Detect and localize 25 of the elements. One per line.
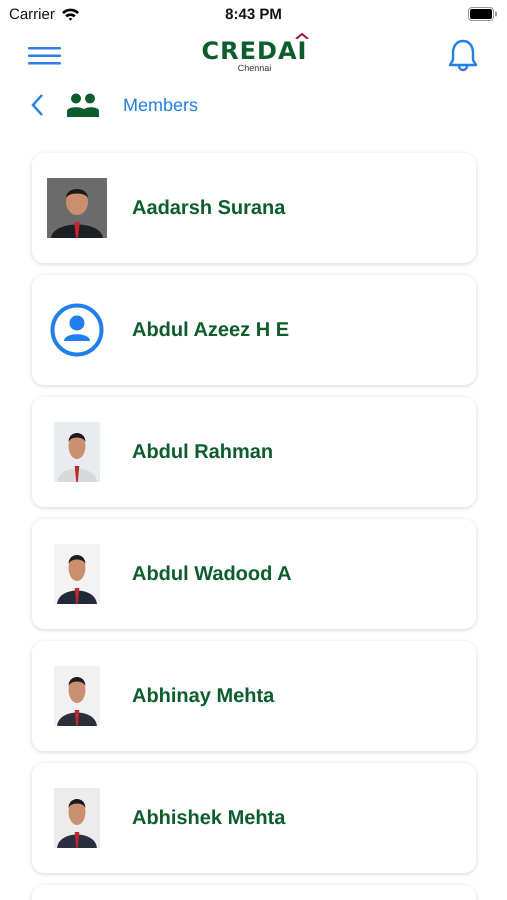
member-card[interactable]: Abdul Azeez H E — [32, 275, 476, 385]
user-avatar-icon — [50, 303, 104, 357]
chevron-icon — [295, 33, 310, 39]
menu-icon[interactable] — [28, 46, 62, 66]
member-card[interactable]: Abhinay Mehta — [32, 641, 476, 751]
people-icon — [67, 93, 99, 117]
member-card[interactable]: Abhishek Mehta — [32, 763, 476, 873]
page-title: Members — [123, 94, 198, 116]
logo-subtitle: Chennai — [238, 63, 272, 73]
back-icon[interactable] — [31, 94, 43, 116]
member-name: Abhinay Mehta — [132, 684, 274, 708]
logo-text: CREDAI — [202, 39, 308, 63]
member-name: Abdul Azeez H E — [132, 318, 290, 342]
battery-icon — [468, 7, 498, 21]
member-name: Aadarsh Surana — [132, 196, 286, 220]
member-name: Abhishek Mehta — [132, 806, 286, 830]
member-card[interactable]: Abdul Wadood A — [32, 519, 476, 629]
status-time: 8:43 PM — [224, 6, 283, 22]
member-card[interactable]: Abdul Rahman — [32, 397, 476, 507]
member-name: Abdul Rahman — [132, 440, 274, 464]
bell-icon[interactable] — [446, 38, 479, 74]
member-name: Abdul Wadood A — [132, 562, 292, 586]
carrier-label: Carrier — [9, 6, 55, 22]
wifi-icon — [60, 7, 80, 21]
member-card[interactable]: Aadarsh Surana — [32, 153, 476, 263]
